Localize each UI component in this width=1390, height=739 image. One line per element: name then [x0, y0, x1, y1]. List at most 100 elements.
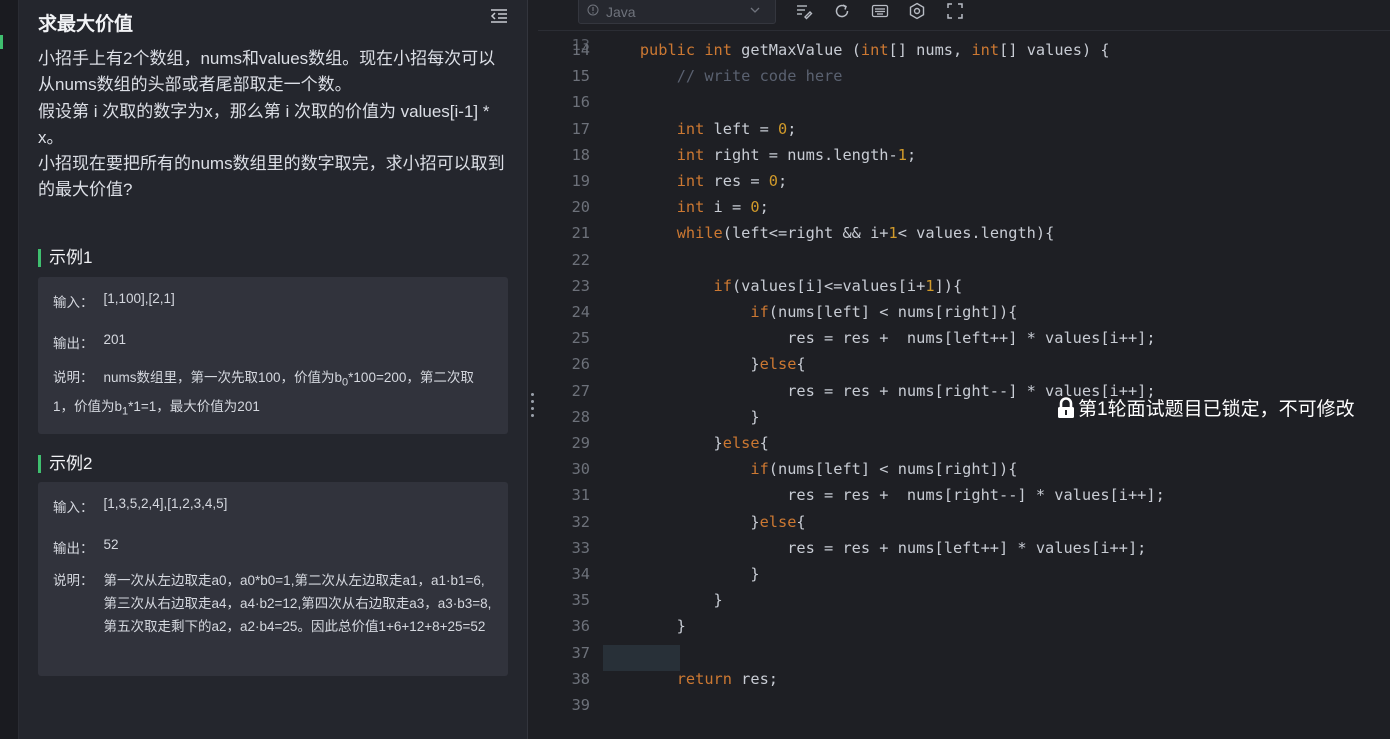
example-explanation: 说明： 第一次从左边取走a0，a0*b0=1,第二次从左边取走a1，a1·b1=… — [53, 569, 493, 638]
explanation-text: 说明： nums数组里，第一次先取100，价值为b0*100=200，第二次取1，… — [53, 366, 493, 423]
line-number: 29 — [571, 434, 590, 452]
line-code: // write code here — [603, 67, 843, 86]
code-token: 1 — [888, 224, 898, 243]
problem-title: 求最大价值 — [38, 14, 134, 35]
line-code: int right = nums.length-1; — [603, 146, 916, 164]
code-token: i = — [704, 198, 751, 217]
code-token: return — [676, 669, 732, 688]
line-code: }else{ — [603, 434, 769, 452]
description-paragraph: 假设第 i 次取的数字为x，那么第 i 次取的价值为 values[i-1] *… — [38, 101, 490, 147]
explanation-label: 说明： — [53, 370, 94, 385]
output-label: 输出： — [53, 336, 94, 351]
line-code: res = res + nums[left++] * values[i++]; — [603, 329, 1155, 347]
code-token: int — [704, 41, 732, 59]
example-input: 输入： [1,100],[2,1] — [53, 291, 493, 311]
code-token: ; — [787, 119, 797, 138]
line-code: if(nums[left] < nums[right]){ — [603, 460, 1017, 478]
code-line: 23 if(values[i]<=values[i+1]){ — [538, 277, 1390, 303]
code-line: 16 — [538, 93, 1390, 119]
line-code: } — [603, 591, 723, 609]
problem-description: 小招手上有2个数组，nums和values数组。现在小招每次可以从nums数组的… — [38, 46, 508, 204]
code-token: ; — [759, 198, 769, 217]
code-token: 1 — [897, 145, 907, 164]
line-number: 39 — [571, 696, 590, 714]
explanation-text: 第一次从左边取走a0，a0*b0=1,第二次从左边取走a1，a1·b1=6,第三… — [103, 573, 492, 634]
line-code: return res; — [603, 670, 778, 688]
code-token: // write code here — [676, 67, 843, 86]
code-line: 38 return res; — [538, 670, 1390, 696]
code-token: res = res + nums[right--] * values[i++]; — [603, 486, 1165, 505]
code-token: int — [971, 41, 1000, 59]
code-line: 31 res = res + nums[right--] * values[i+… — [538, 486, 1390, 512]
code-token: } — [603, 565, 760, 583]
code-token: 0 — [768, 172, 779, 190]
line-number: 30 — [571, 460, 590, 479]
line-number: 16 — [571, 93, 590, 112]
code-token: } — [603, 591, 723, 610]
code-line: 32 }else{ — [538, 513, 1390, 539]
line-number: 26 — [571, 355, 590, 374]
line-code: } — [603, 565, 760, 583]
code-token: 1 — [925, 276, 935, 295]
line-number: 34 — [571, 565, 590, 583]
active-indicator — [0, 35, 3, 49]
code-line: 15 // write code here — [538, 67, 1390, 93]
line-number: 21 — [571, 224, 590, 243]
code-token: [] values) { — [999, 41, 1110, 59]
code-token: [] nums, — [888, 41, 972, 59]
code-token: } — [603, 434, 723, 452]
line-code: } — [603, 617, 686, 635]
example-input: 输入： [1,3,5,2,4],[1,2,3,4,5] — [53, 496, 493, 516]
code-token: ]){ — [934, 276, 963, 295]
line-code: int i = 0; — [603, 198, 769, 216]
code-token: res = res + nums[left++] * values[i++]; — [603, 538, 1147, 557]
panel-splitter[interactable] — [527, 0, 538, 739]
description-paragraph: 小招现在要把所有的nums数组里的数字取完，求小招可以取到的最大价值? — [38, 154, 505, 200]
code-token: else — [759, 512, 797, 531]
code-area[interactable]: 13 40 14 public int getMaxValue (int[] n… — [538, 30, 1390, 739]
line-code: int res = 0; — [603, 172, 788, 190]
line-number: 17 — [571, 119, 590, 138]
code-line: 30 if(nums[left] < nums[right]){ — [538, 460, 1390, 486]
chevron-down-icon — [750, 7, 760, 13]
code-line: 36 } — [538, 617, 1390, 643]
explanation-label: 说明： — [53, 573, 94, 588]
code-token: 0 — [750, 198, 760, 217]
line-number: 27 — [571, 381, 590, 400]
code-token: (left<=right && i+ — [722, 224, 889, 243]
code-token: int — [676, 198, 705, 217]
input-label: 输入： — [53, 500, 94, 515]
line-code: }else{ — [603, 355, 805, 374]
code-line: 21 while(left<=right && i+1< values.leng… — [538, 224, 1390, 250]
code-line: 22 — [538, 251, 1390, 277]
collapse-panel-icon[interactable] — [489, 6, 509, 26]
lock-notice: 第1轮面试题目已锁定，不可修改 — [1056, 394, 1355, 421]
line-number: 23 — [571, 276, 590, 295]
problem-panel: 求最大价值 小招手上有2个数组，nums和values数组。现在小招每次可以从n… — [19, 0, 527, 739]
explanation-part: *1=1，最大价值为201 — [128, 398, 260, 414]
code-line: 24 if(nums[left] < nums[right]){ — [538, 303, 1390, 329]
code-line: 39 — [538, 696, 1390, 722]
code-token: int — [676, 172, 705, 190]
code-token: getMaxValue ( — [731, 41, 861, 59]
code-token: < values.length){ — [897, 224, 1055, 243]
line-number: 14 — [571, 41, 590, 59]
line-code: res = res + nums[right--] * values[i++]; — [603, 486, 1165, 504]
code-token: ; — [778, 172, 788, 190]
code-token: else — [722, 434, 760, 452]
code-token: else — [759, 355, 797, 374]
code-line: 14 public int getMaxValue (int[] nums, i… — [538, 41, 1390, 67]
code-token: } — [603, 355, 760, 374]
code-line: 18 int right = nums.length-1; — [538, 146, 1390, 172]
lock-message: 第1轮面试题目已锁定，不可修改 — [1078, 399, 1355, 420]
code-token: res = — [704, 172, 769, 190]
